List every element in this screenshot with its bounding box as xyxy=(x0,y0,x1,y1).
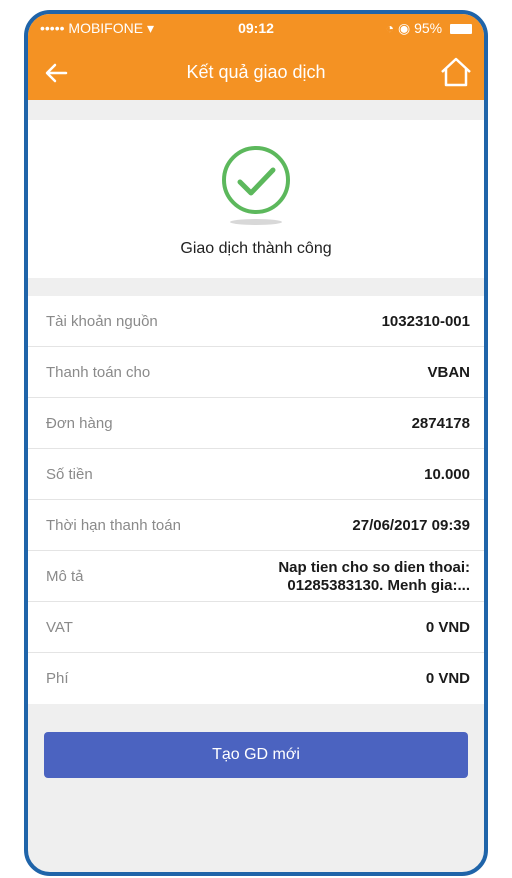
detail-label: Mô tả xyxy=(46,568,84,585)
detail-row-vat: VAT 0 VND xyxy=(28,602,484,653)
check-circle-icon xyxy=(218,142,294,228)
detail-row-amount: Số tiền 10.000 xyxy=(28,449,484,500)
detail-row-order: Đơn hàng 2874178 xyxy=(28,398,484,449)
description-line-1: Nap tien cho so dien thoai: xyxy=(278,559,470,576)
orientation-lock-icon: ◔ xyxy=(385,20,395,36)
detail-value: VBAN xyxy=(427,364,470,381)
detail-label: Đơn hàng xyxy=(46,415,113,432)
detail-label: Tài khoản nguồn xyxy=(46,313,158,330)
detail-label: VAT xyxy=(46,619,73,636)
detail-row-fee: Phí 0 VND xyxy=(28,653,484,704)
detail-value: 27/06/2017 09:39 xyxy=(352,517,470,534)
app-header: ••••• MOBIFONE ▾ 09:12 ◔ ◉ 95% Kết quả g… xyxy=(28,14,484,100)
detail-label: Thời hạn thanh toán xyxy=(46,517,181,534)
alarm-icon: ◉ xyxy=(397,20,411,36)
status-right: ◔ ◉ 95% xyxy=(386,20,472,37)
result-panel: Giao dịch thành công xyxy=(28,120,484,278)
phone-frame: ••••• MOBIFONE ▾ 09:12 ◔ ◉ 95% Kết quả g… xyxy=(24,10,488,876)
detail-value: Nap tien cho so dien thoai: 01285383130.… xyxy=(230,559,470,595)
battery-percent: 95% xyxy=(414,20,443,36)
detail-value: 0 VND xyxy=(425,670,470,687)
detail-label: Phí xyxy=(46,670,69,687)
transaction-details: Tài khoản nguồn 1032310-001 Thanh toán c… xyxy=(28,296,484,704)
detail-row-description: Mô tả Nap tien cho so dien thoai: 012853… xyxy=(28,551,484,602)
page-title: Kết quả giao dịch xyxy=(186,62,326,82)
detail-value: 2874178 xyxy=(411,415,470,432)
new-transaction-button[interactable]: Tạo GD mới xyxy=(44,732,468,778)
status-bar: ••••• MOBIFONE ▾ 09:12 ◔ ◉ 95% xyxy=(28,14,484,42)
home-icon xyxy=(441,57,471,87)
detail-row-deadline: Thời hạn thanh toán 27/06/2017 09:39 xyxy=(28,500,484,551)
detail-value: 0 VND xyxy=(425,619,470,636)
home-button[interactable] xyxy=(438,54,474,90)
detail-row-payee: Thanh toán cho VBAN xyxy=(28,347,484,398)
detail-label: Thanh toán cho xyxy=(46,364,151,381)
detail-value: 1032310-001 xyxy=(381,313,470,330)
detail-value: 10.000 xyxy=(424,466,470,483)
description-line-2: 01285383130. Menh gia:... xyxy=(287,577,470,594)
battery-icon xyxy=(450,24,472,35)
detail-label: Số tiền xyxy=(46,466,93,483)
detail-row-source-account: Tài khoản nguồn 1032310-001 xyxy=(28,296,484,347)
result-message: Giao dịch thành công xyxy=(180,240,332,257)
